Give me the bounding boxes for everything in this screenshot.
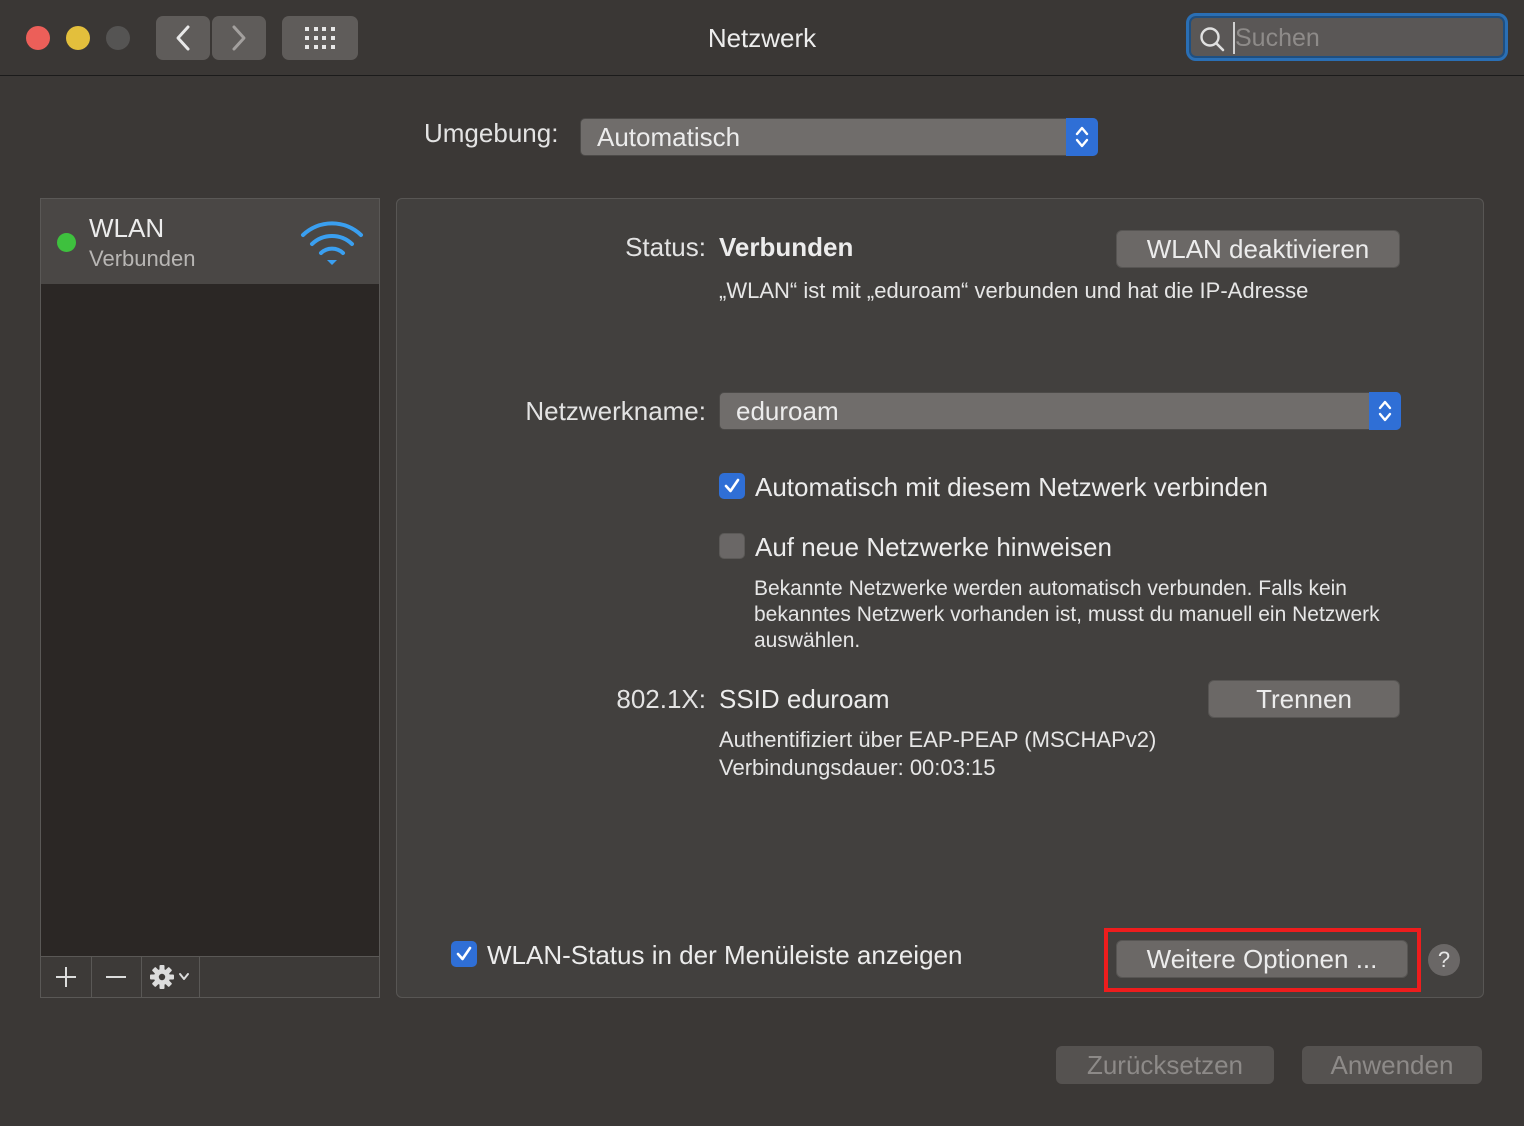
show-status-label[interactable]: WLAN-Status in der Menüleiste anzeigen — [487, 940, 962, 971]
gear-icon — [150, 965, 189, 989]
location-label: Umgebung: — [424, 118, 559, 148]
wifi-icon — [301, 221, 363, 265]
add-service-button[interactable] — [41, 957, 92, 997]
popup-stepper-icon — [1066, 118, 1098, 156]
service-name: WLAN — [89, 213, 165, 243]
status-description: „WLAN“ ist mit „eduroam“ verbunden und h… — [719, 278, 1309, 303]
ask-new-help-line-1: Bekannte Netzwerke werden automatisch ve… — [754, 577, 1347, 600]
dot1x-value: SSID eduroam — [719, 684, 890, 714]
auto-join-checkbox[interactable] — [719, 473, 745, 499]
auto-join-label[interactable]: Automatisch mit diesem Netzwerk verbinde… — [755, 472, 1268, 503]
ask-new-help-line-2: bekanntes Netzwerk vorhanden ist, musst … — [754, 603, 1380, 626]
chevron-left-icon — [176, 25, 190, 51]
back-button[interactable] — [156, 16, 210, 60]
checkmark-icon — [724, 478, 740, 493]
wlan-toggle-button[interactable]: WLAN deaktivieren — [1116, 230, 1400, 268]
minus-icon — [106, 976, 126, 978]
dot1x-duration: Verbindungsdauer: 00:03:15 — [719, 755, 996, 780]
minimize-window-button[interactable] — [66, 26, 90, 50]
network-name-popup[interactable]: eduroam — [719, 392, 1401, 430]
title-bar: Netzwerk — [0, 0, 1524, 76]
show-all-button[interactable] — [282, 16, 358, 60]
close-window-button[interactable] — [26, 26, 50, 50]
plus-icon — [56, 967, 76, 987]
action-menu-button[interactable] — [141, 957, 200, 997]
chevron-right-icon — [232, 25, 246, 51]
highlight-box — [1104, 928, 1421, 992]
zoom-window-button[interactable] — [106, 26, 130, 50]
remove-service-button[interactable] — [91, 957, 142, 997]
location-value: Automatisch — [597, 122, 741, 152]
disconnect-button[interactable]: Trennen — [1208, 680, 1400, 718]
search-input[interactable] — [1233, 22, 1497, 54]
status-dot — [57, 233, 76, 252]
checkmark-icon — [456, 946, 472, 961]
service-list: WLAN Verbunden — [40, 198, 380, 998]
status-value: Verbunden — [719, 232, 854, 262]
network-preferences-window: Netzwerk Umgebung: Automatisch WLAN Verb… — [0, 0, 1524, 1126]
service-list-toolbar — [41, 956, 379, 997]
help-button[interactable]: ? — [1428, 944, 1460, 976]
grid-icon — [305, 27, 335, 49]
ask-new-networks-checkbox[interactable] — [719, 533, 745, 559]
show-status-checkbox[interactable] — [451, 941, 477, 967]
forward-button[interactable] — [212, 16, 266, 60]
search-field[interactable] — [1186, 13, 1508, 61]
dot1x-label: 802.1X: — [616, 684, 706, 714]
network-name-label: Netzwerkname: — [525, 396, 706, 426]
ask-new-networks-label[interactable]: Auf neue Netzwerke hinweisen — [755, 532, 1112, 563]
ask-new-help-line-3: auswählen. — [754, 629, 861, 652]
search-icon — [1200, 27, 1225, 52]
apply-button[interactable]: Anwenden — [1302, 1046, 1482, 1084]
service-status: Verbunden — [89, 246, 196, 271]
network-name-value: eduroam — [736, 396, 839, 426]
location-popup[interactable]: Automatisch — [580, 118, 1098, 156]
popup-stepper-icon — [1369, 392, 1401, 430]
dot1x-auth: Authentifiziert über EAP-PEAP (MSCHAPv2) — [719, 727, 1157, 752]
status-label: Status: — [625, 232, 706, 262]
service-item-wlan[interactable]: WLAN Verbunden — [41, 199, 379, 284]
revert-button[interactable]: Zurücksetzen — [1056, 1046, 1274, 1084]
